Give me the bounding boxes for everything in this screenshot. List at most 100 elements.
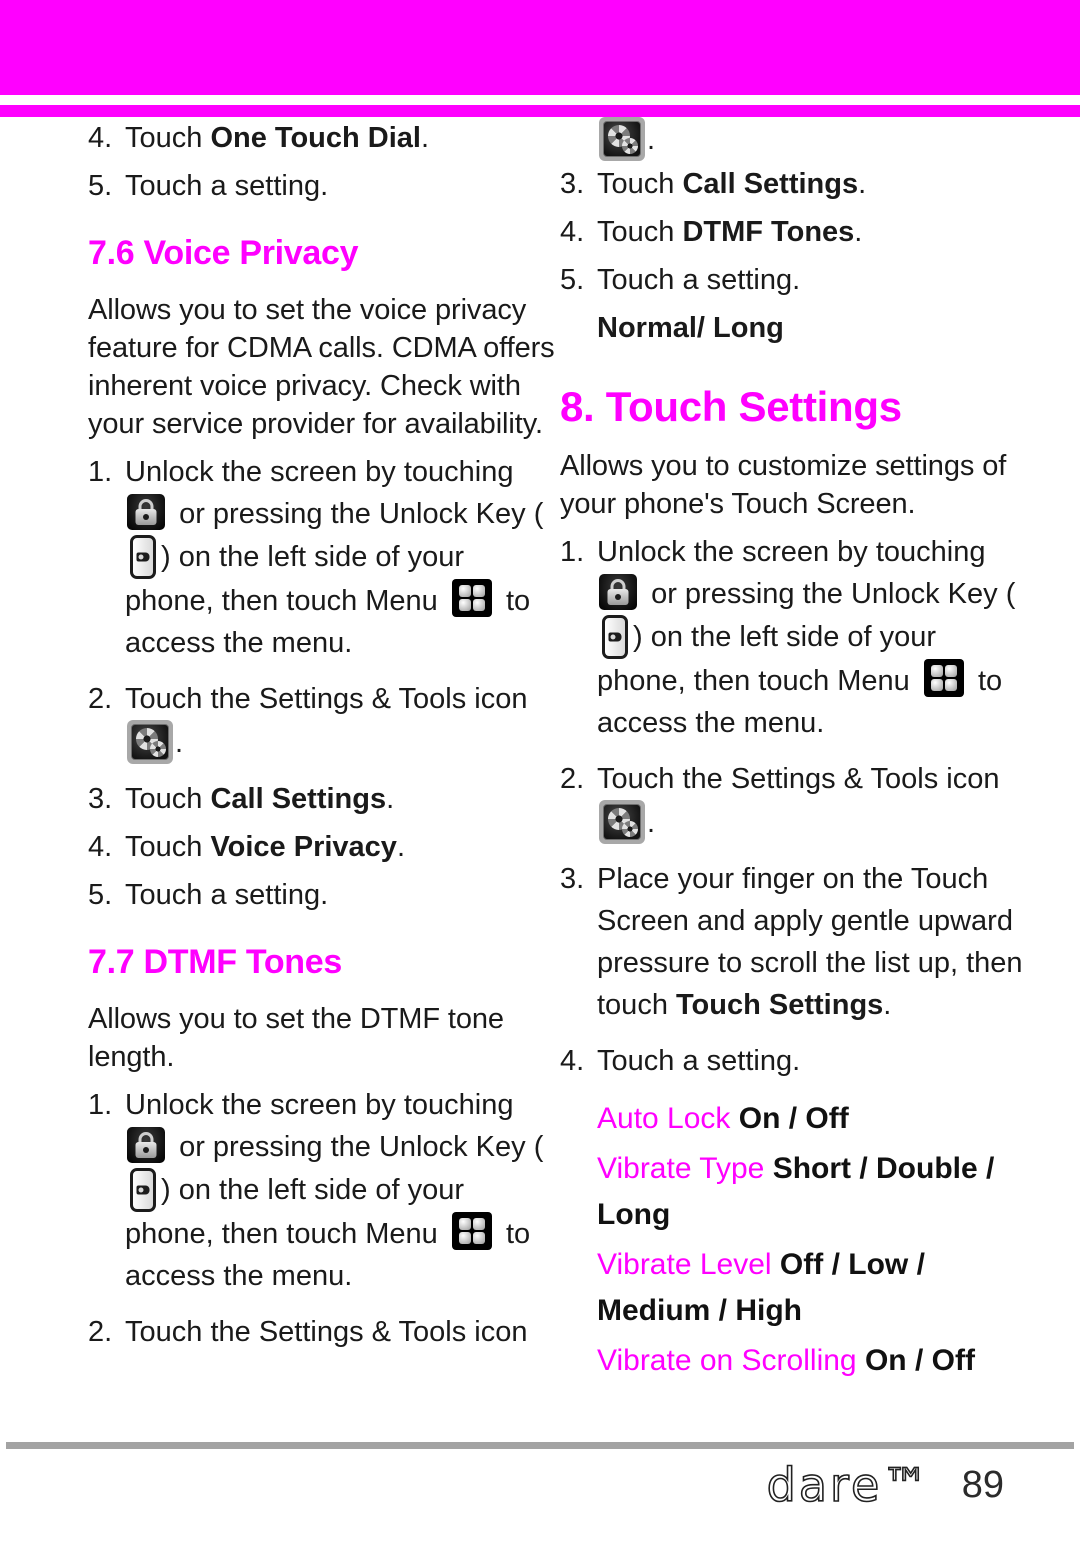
step-text-post: .: [883, 989, 892, 1021]
step-number: 4.: [88, 122, 113, 154]
step-text: Touch the Settings & Tools icon .: [125, 683, 528, 764]
settings-tools-icon: [127, 720, 173, 764]
header-magenta-rule: [0, 105, 1080, 117]
step-text-bold: DTMF Tones: [682, 216, 855, 248]
list-item: 2. Touch the Settings & Tools icon .: [88, 678, 558, 764]
list-item: 5. Touch a setting.: [88, 165, 558, 207]
step-text-d: ) on the left side of your phone, then t…: [125, 541, 465, 617]
step-number: 2.: [560, 763, 585, 795]
header-magenta-band: [0, 0, 1080, 95]
section-heading-touch-settings: 8. Touch Settings: [560, 383, 902, 430]
setting-values: On / Off: [864, 1344, 975, 1377]
unlock-key-icon: [130, 535, 156, 579]
section-body-dtmf-tones: Allows you to set the DTMF tone length.: [88, 1003, 504, 1073]
step-text-pre: Touch: [597, 168, 683, 200]
list-item: 5. Touch a setting.: [88, 874, 558, 916]
list-item: 5. Touch a setting.: [560, 259, 1030, 301]
step-text: Touch Voice Privacy.: [125, 831, 405, 863]
list-item: 1. Unlock the screen by touching or pres…: [560, 531, 1030, 744]
step-text-d: ) on the left side of your phone, then t…: [597, 621, 937, 697]
step-period: .: [647, 807, 656, 839]
icon-period: .: [647, 124, 655, 156]
step-text-post: .: [854, 216, 863, 248]
step-text-bold: One Touch Dial: [210, 122, 421, 154]
settings-tools-icon: [599, 800, 645, 844]
page-number: 89: [961, 1463, 1004, 1506]
page-body: 4. Touch One Touch Dial. 5. Touch a sett…: [0, 117, 1080, 1435]
setting-label: Vibrate on Scrolling: [597, 1344, 857, 1377]
setting-row-vibrate-level: Vibrate Level Off / Low / Medium / High: [560, 1242, 1030, 1334]
menu-grid-icon: [923, 659, 964, 697]
step-text-main: Touch the Settings & Tools icon: [597, 763, 1000, 795]
menu-grid-icon: [451, 1212, 492, 1250]
setting-row-vibrate-type: Vibrate Type Short / Double / Long: [560, 1146, 1030, 1238]
continued-settings-icon-line: .: [560, 117, 1030, 161]
step-number: 3.: [560, 863, 585, 895]
footer-divider: [6, 1442, 1074, 1449]
step-number: 3.: [88, 783, 113, 815]
step-number: 2.: [88, 1316, 113, 1348]
setting-values: On / Off: [738, 1102, 849, 1135]
step-text-d: ) on the left side of your phone, then t…: [125, 1174, 465, 1250]
list-item: 2. Touch the Settings & Tools icon: [88, 1311, 558, 1353]
setting-row-vibrate-on-scrolling: Vibrate on Scrolling On / Off: [560, 1338, 1030, 1384]
step-text-bold: Call Settings: [682, 168, 859, 200]
step-text-pre: Touch: [125, 122, 211, 154]
step-text: Touch Call Settings.: [597, 168, 866, 200]
step-text-post: .: [421, 122, 430, 154]
step-text: Touch the Settings & Tools icon: [125, 1316, 528, 1348]
trademark-symbol: ™: [881, 1458, 932, 1512]
setting-label: Vibrate Type: [597, 1152, 765, 1185]
padlock-icon: [127, 494, 165, 530]
setting-label: Auto Lock: [597, 1102, 731, 1135]
step-text-bold: Call Settings: [210, 783, 387, 815]
padlock-icon: [599, 574, 637, 610]
step-text-b: or pressing the Unlock Key: [179, 498, 526, 530]
step-number: 4.: [88, 831, 113, 863]
list-item: 4. Touch a setting.: [560, 1040, 1030, 1082]
padlock-icon: [127, 1127, 165, 1163]
step-text-main: Touch the Settings & Tools icon: [125, 683, 528, 715]
step-text: Touch a setting.: [125, 170, 329, 202]
list-item: 3. Touch Call Settings.: [560, 163, 1030, 205]
step-number: 1.: [88, 456, 113, 488]
step-text: Unlock the screen by touching or pressin…: [125, 456, 543, 659]
step-text-pre: Touch: [125, 831, 211, 863]
unlock-key-icon: [130, 1168, 156, 1212]
list-item: 4. Touch DTMF Tones.: [560, 211, 1030, 253]
step-text: Touch a setting.: [125, 879, 329, 911]
step-number: 5.: [88, 170, 113, 202]
step-number: 4.: [560, 1045, 585, 1077]
step-number: 1.: [88, 1089, 113, 1121]
section-heading-voice-privacy: 7.6 Voice Privacy: [88, 234, 359, 272]
dare-logo: Dare™: [766, 1461, 932, 1509]
step-period: .: [175, 727, 184, 759]
step-text-a: Unlock the screen by touching: [597, 536, 986, 568]
step-text: Unlock the screen by touching or pressin…: [597, 536, 1015, 739]
step-text: Touch One Touch Dial.: [125, 122, 429, 154]
step-text-post: .: [858, 168, 867, 200]
list-item: 4. Touch One Touch Dial.: [88, 117, 558, 159]
step-text: Place your finger on the Touch Screen an…: [597, 863, 1023, 1021]
list-item: 1. Unlock the screen by touching or pres…: [88, 1084, 558, 1297]
step-text: Touch Call Settings.: [125, 783, 394, 815]
setting-row-auto-lock: Auto Lock On / Off: [560, 1096, 1030, 1142]
list-item: 1. Unlock the screen by touching or pres…: [88, 451, 558, 664]
setting-label: Vibrate Level: [597, 1248, 772, 1281]
list-item: 2. Touch the Settings & Tools icon .: [560, 758, 1030, 844]
section-body-voice-privacy: Allows you to set the voice privacy feat…: [88, 294, 555, 440]
step-text-post: .: [386, 783, 395, 815]
step-text-a: Unlock the screen by touching: [125, 1089, 514, 1121]
list-item: 3. Touch Call Settings.: [88, 778, 558, 820]
step-text: Touch the Settings & Tools icon .: [597, 763, 1000, 844]
section-body-touch-settings: Allows you to customize settings of your…: [560, 450, 1007, 520]
step-number: 2.: [88, 683, 113, 715]
unlock-key-icon: [602, 615, 628, 659]
dare-wordmark: Dare: [766, 1458, 883, 1512]
step-text-bold: Voice Privacy: [210, 831, 397, 863]
settings-tools-icon: [599, 117, 645, 161]
step-text: Touch a setting.: [597, 1045, 801, 1077]
step-number: 4.: [560, 216, 585, 248]
section-heading-dtmf-tones: 7.7 DTMF Tones: [88, 943, 342, 981]
list-item: 3. Place your finger on the Touch Screen…: [560, 858, 1030, 1026]
